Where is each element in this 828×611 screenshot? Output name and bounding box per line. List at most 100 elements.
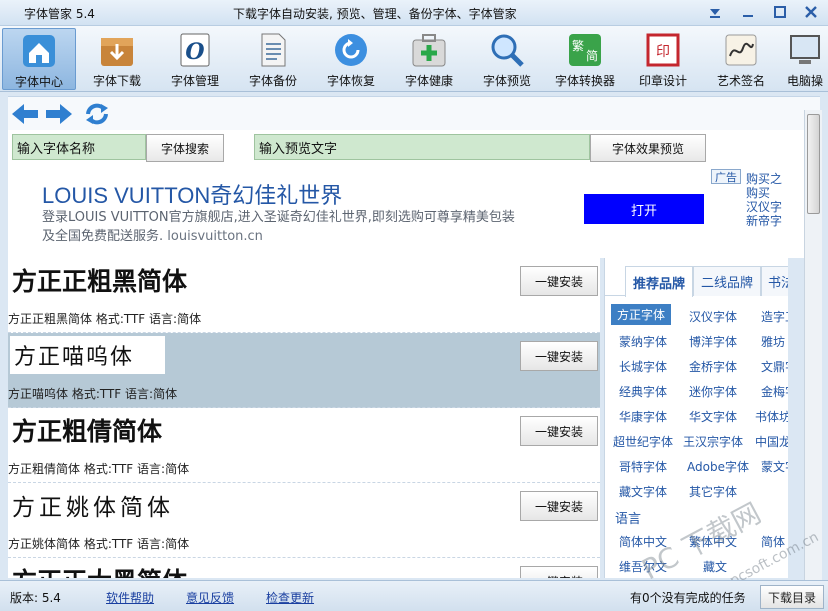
- close-button[interactable]: [800, 2, 822, 22]
- ad-side-link[interactable]: 购买: [746, 186, 790, 200]
- brand-link[interactable]: 博洋字体: [689, 333, 737, 350]
- brand-link[interactable]: 迷你字体: [689, 383, 737, 400]
- brand-link[interactable]: 哥特字体: [619, 458, 667, 475]
- font-o-icon: O: [180, 33, 210, 67]
- tool-font-download[interactable]: 字体下载: [80, 28, 154, 90]
- font-list-item[interactable]: 方正姚体简体 一键安装 方正姚体简体 格式:TTF 语言:简体: [8, 483, 600, 558]
- tool-font-center[interactable]: 字体中心: [2, 28, 76, 90]
- window-subtitle: 下载字体自动安装, 预览、管理、备份字体、字体管家: [233, 7, 517, 21]
- font-list-item[interactable]: 方正正粗黑简体 一键安装 方正正粗黑简体 格式:TTF 语言:简体: [8, 258, 600, 333]
- font-preview-text: 方正正粗黑简体: [12, 267, 188, 296]
- install-button[interactable]: 一键安装: [520, 266, 598, 296]
- preview-text-input[interactable]: [254, 134, 590, 160]
- tool-art-signature[interactable]: 艺术签名: [704, 28, 778, 90]
- font-list-item[interactable]: 方正粗倩简体 一键安装 方正粗倩简体 格式:TTF 语言:简体: [8, 408, 600, 483]
- brand-link[interactable]: 藏文字体: [619, 483, 667, 500]
- install-button[interactable]: 一键安装: [520, 416, 598, 446]
- ad-line-2: 及全国免费配送服务.: [42, 229, 164, 244]
- language-section-title: 语言: [615, 512, 642, 527]
- svg-text:繁: 繁: [572, 38, 584, 53]
- font-preview-image: 方正粗倩简体: [8, 411, 198, 449]
- tool-font-backup[interactable]: 字体备份: [236, 28, 310, 90]
- font-preview-image: 方正正大黑简体: [8, 561, 220, 578]
- language-link[interactable]: 藏文: [703, 558, 727, 575]
- tab-recommended-brands[interactable]: 推荐品牌: [625, 266, 693, 297]
- navigation-bar: [8, 96, 820, 130]
- svg-text:O: O: [185, 39, 204, 65]
- status-bar: 版本: 5.4 软件帮助 意见反馈 检查更新 有0个没有完成的任务 下载目录: [0, 580, 828, 611]
- font-preview-button[interactable]: 字体效果预览: [590, 134, 706, 162]
- update-link[interactable]: 检查更新: [266, 589, 314, 606]
- tool-font-converter[interactable]: 繁简 字体转换器: [548, 28, 622, 90]
- signature-icon: [725, 34, 757, 66]
- computer-icon: [790, 35, 820, 64]
- brand-link[interactable]: 中国龙: [755, 433, 788, 450]
- font-info: 方正粗倩简体 格式:TTF 语言:简体: [8, 462, 190, 476]
- menu-dropdown-button[interactable]: [704, 2, 726, 22]
- brand-link-fangzheng[interactable]: 方正字体: [611, 304, 672, 325]
- ad-side-links: 购买之 购买 汉仪字 新帝字: [746, 172, 790, 228]
- minimize-button[interactable]: [737, 2, 759, 22]
- brand-link[interactable]: 华康字体: [619, 408, 667, 425]
- brand-link[interactable]: 经典字体: [619, 383, 667, 400]
- tool-computer[interactable]: 电脑操: [782, 28, 828, 90]
- scrollbar-thumb[interactable]: [807, 114, 820, 214]
- maximize-button[interactable]: [769, 2, 791, 22]
- refresh-icon[interactable]: [82, 101, 112, 127]
- brand-link[interactable]: Adobe字体: [687, 458, 749, 475]
- magnifier-icon: [491, 34, 524, 67]
- tool-font-manage[interactable]: O 字体管理: [158, 28, 232, 90]
- home-icon: [23, 35, 55, 67]
- tool-label: 艺术签名: [716, 74, 765, 88]
- back-arrow-icon[interactable]: [10, 101, 40, 127]
- document-icon: [261, 33, 286, 67]
- font-info: 方正姚体简体 格式:TTF 语言:简体: [8, 537, 190, 551]
- brand-link[interactable]: 蒙文字: [761, 458, 788, 475]
- ad-open-button[interactable]: 打开: [584, 194, 704, 224]
- ad-side-link[interactable]: 购买之: [746, 172, 790, 186]
- vertical-scrollbar[interactable]: [804, 110, 822, 580]
- tool-font-restore[interactable]: 字体恢复: [314, 28, 388, 90]
- title-bar: 字体管家 5.4 下载字体自动安装, 预览、管理、备份字体、字体管家: [0, 0, 828, 26]
- brand-link[interactable]: 蒙纳字体: [619, 333, 667, 350]
- ad-title[interactable]: LOUIS VUITTON奇幻佳礼世界: [42, 178, 342, 210]
- brand-link[interactable]: 书体坊: [755, 408, 788, 425]
- tab-calligraphy[interactable]: 书法: [761, 266, 788, 296]
- brand-link[interactable]: 华文字体: [689, 408, 737, 425]
- brand-link[interactable]: 造字工: [761, 308, 788, 325]
- brand-link[interactable]: 雅坊: [761, 333, 785, 350]
- install-button[interactable]: 一键安装: [520, 341, 598, 371]
- font-preview-text: 方正正大黑简体: [12, 562, 187, 578]
- tool-label: 字体备份: [248, 74, 297, 88]
- tool-font-preview[interactable]: 字体预览: [470, 28, 544, 90]
- brand-link[interactable]: 其它字体: [689, 483, 737, 500]
- brand-link[interactable]: 王汉宗字体: [683, 433, 743, 450]
- seal-icon: 印: [646, 33, 680, 67]
- ad-side-link[interactable]: 新帝字: [746, 214, 790, 228]
- tab-second-brands[interactable]: 二线品牌: [693, 266, 761, 296]
- feedback-link[interactable]: 意见反馈: [186, 589, 234, 606]
- install-button[interactable]: 一键安装: [520, 566, 598, 578]
- ad-side-link[interactable]: 汉仪字: [746, 200, 790, 214]
- brand-link[interactable]: 金桥字体: [689, 358, 737, 375]
- font-list-item[interactable]: 方正喵呜体 一键安装 方正喵呜体 格式:TTF 语言:简体: [8, 333, 600, 408]
- font-preview-image: 方正喵呜体: [10, 336, 165, 374]
- advertisement: LOUIS VUITTON奇幻佳礼世界 登录LOUIS VUITTON官方旗舰店…: [8, 166, 804, 258]
- main-toolbar: 字体中心 字体下载 O 字体管理 字体备份 字体恢复 字体健康 字体预览 繁简 …: [0, 26, 828, 92]
- help-link[interactable]: 软件帮助: [106, 589, 154, 606]
- font-list-item[interactable]: 方正正大黑简体 一键安装: [8, 558, 600, 578]
- font-search-button[interactable]: 字体搜索: [146, 134, 224, 162]
- forward-arrow-icon[interactable]: [44, 101, 74, 127]
- font-preview-text: 方正喵呜体: [14, 345, 135, 370]
- font-name-input[interactable]: [12, 134, 146, 160]
- download-directory-button[interactable]: 下载目录: [760, 585, 824, 609]
- tool-font-health[interactable]: 字体健康: [392, 28, 466, 90]
- brand-link[interactable]: 汉仪字体: [689, 308, 737, 325]
- brand-link[interactable]: 超世纪字体: [613, 433, 673, 450]
- install-button[interactable]: 一键安装: [520, 491, 598, 521]
- task-status: 有0个没有完成的任务: [630, 591, 746, 605]
- brand-link[interactable]: 长城字体: [619, 358, 667, 375]
- tool-seal-design[interactable]: 印 印章设计: [626, 28, 700, 90]
- brand-link[interactable]: 文鼎字: [761, 358, 788, 375]
- brand-link[interactable]: 金梅字: [761, 383, 788, 400]
